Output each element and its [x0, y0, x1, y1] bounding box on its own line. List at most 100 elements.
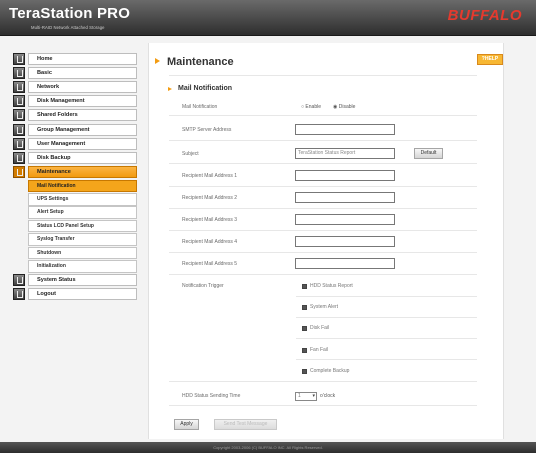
sidebar-item-label: Logout	[28, 288, 137, 301]
section-title: Mail Notification	[178, 85, 233, 92]
recipient-1-input[interactable]	[295, 170, 395, 181]
row-divider	[296, 296, 477, 297]
sending-time-select[interactable]: 1	[295, 392, 317, 401]
recipient-5-value	[296, 260, 298, 266]
apply-button[interactable]: Apply	[174, 419, 199, 430]
recipient-4-label: Recipient Mail Address 4	[182, 239, 238, 245]
row-divider	[169, 115, 477, 116]
radio-enable[interactable]: ○ Enable	[301, 104, 321, 110]
sidebar-item-shared-folders[interactable]: Shared Folders	[13, 109, 137, 122]
sidebar-item-label: Disk Management	[28, 95, 137, 108]
logout-icon	[13, 288, 25, 301]
row-divider	[169, 140, 477, 141]
sidebar-item-disk-backup[interactable]: Disk Backup	[13, 151, 137, 164]
folder-icon	[13, 109, 25, 122]
sidebar-nav: Home Basic Network Disk Management Share…	[13, 52, 137, 302]
row-divider	[169, 252, 477, 253]
sending-time-value: 1	[298, 393, 301, 399]
subject-input[interactable]: TeraStation Status Report	[295, 148, 395, 159]
sending-time-suffix: o'clock	[320, 393, 336, 399]
radio-disable-label: Disable	[338, 104, 356, 110]
row-divider	[169, 381, 477, 382]
sidebar-item-group-management[interactable]: Group Management	[13, 123, 137, 136]
group-icon	[13, 123, 25, 136]
subnav-syslog-transfer[interactable]: Syslog Transfer	[28, 233, 137, 246]
recipient-4-input[interactable]	[295, 236, 395, 247]
basic-settings-icon	[13, 66, 25, 79]
default-subject-button[interactable]: Default	[414, 148, 443, 159]
smtp-server-input[interactable]	[295, 124, 395, 135]
hdd-status-sending-time-label: HDD Status Sending Time	[182, 393, 241, 399]
recipient-1-label: Recipient Mail Address 1	[182, 173, 238, 179]
sidebar-item-label: Home	[28, 52, 137, 65]
help-button[interactable]: ?HELP	[477, 54, 503, 65]
send-test-message-button[interactable]: Send Test Message	[214, 419, 277, 430]
notification-trigger-label: Notification Trigger	[182, 283, 224, 289]
radio-disable[interactable]: ◉ Disable	[333, 104, 355, 110]
smtp-label: SMTP Server Address	[182, 127, 232, 133]
subnav-shutdown[interactable]: Shutdown	[28, 246, 137, 260]
sidebar-item-basic[interactable]: Basic	[13, 66, 137, 79]
row-divider	[169, 208, 477, 209]
subnav-ups-settings[interactable]: UPS Settings	[28, 193, 137, 206]
sidebar-item-home[interactable]: Home	[13, 52, 137, 65]
row-divider	[169, 274, 477, 275]
sidebar-item-label: System Status	[28, 274, 137, 287]
disk-icon	[13, 95, 25, 108]
recipient-3-label: Recipient Mail Address 3	[182, 217, 238, 223]
title-divider	[169, 75, 477, 76]
recipient-5-input[interactable]	[295, 258, 395, 269]
radio-enable-label: Enable	[305, 104, 321, 110]
network-icon	[13, 81, 25, 94]
backup-icon	[13, 152, 25, 164]
recipient-2-input[interactable]	[295, 192, 395, 203]
sidebar-item-label: Disk Backup	[28, 152, 137, 164]
mail-notification-label: Mail Notification	[182, 104, 218, 110]
hdd-status-report-label: HDD Status Report	[310, 283, 353, 289]
subnav-status-lcd-panel-setup[interactable]: Status LCD Panel Setup	[28, 219, 137, 233]
recipient-5-label: Recipient Mail Address 5	[182, 261, 238, 267]
checkbox-disk-fail[interactable]	[302, 326, 307, 331]
brand-logo: BUFFALO	[447, 7, 522, 24]
subject-label: Subject	[182, 151, 199, 157]
subnav-mail-notification[interactable]: Mail Notification	[28, 179, 137, 193]
sidebar-item-label: Shared Folders	[28, 109, 137, 122]
title-arrow-icon	[155, 58, 160, 64]
row-divider	[296, 359, 477, 360]
checkbox-fan-fail[interactable]	[302, 348, 307, 353]
subject-value: TeraStation Status Report	[298, 150, 356, 156]
sidebar-item-system-status[interactable]: System Status	[13, 273, 137, 287]
sidebar-item-logout[interactable]: Logout	[13, 288, 137, 301]
checkbox-complete-backup[interactable]	[302, 369, 307, 374]
top-header-bar: TeraStation PRO Multi-RAID Network Attac…	[0, 0, 536, 36]
page-title: Maintenance	[167, 56, 234, 68]
recipient-3-value	[296, 216, 298, 222]
row-divider	[169, 186, 477, 187]
sidebar-item-maintenance[interactable]: Maintenance	[13, 166, 137, 179]
smtp-value	[296, 126, 298, 132]
subnav-alert-setup[interactable]: Alert Setup	[28, 206, 137, 220]
sidebar-item-label: Basic	[28, 66, 137, 79]
recipient-3-input[interactable]	[295, 214, 395, 225]
user-icon	[13, 137, 25, 150]
sidebar-item-network[interactable]: Network	[13, 80, 137, 94]
subnav-initialization[interactable]: Initialization	[28, 260, 137, 273]
sidebar-item-label: Network	[28, 81, 137, 94]
sidebar-item-disk-management[interactable]: Disk Management	[13, 95, 137, 108]
complete-backup-label: Complete Backup	[310, 368, 350, 374]
sidebar-item-user-management[interactable]: User Management	[13, 137, 137, 150]
maintenance-icon	[13, 166, 25, 179]
status-icon	[13, 274, 25, 287]
sidebar-item-label: User Management	[28, 137, 137, 150]
fan-fail-label: Fan Fail	[310, 347, 329, 353]
checkbox-hdd-status-report[interactable]	[302, 284, 307, 289]
row-divider	[169, 230, 477, 231]
row-divider	[296, 338, 477, 339]
product-logo: TeraStation PRO	[9, 5, 131, 22]
home-icon	[13, 52, 25, 65]
system-alert-label: System Alert	[310, 304, 339, 310]
section-arrow-icon	[168, 87, 172, 91]
footer-copyright: Copyright 2003-2006 (C) BUFFALO INC. All…	[0, 442, 536, 453]
product-subtitle: Multi-RAID Network Attached Storage	[31, 25, 105, 30]
checkbox-system-alert[interactable]	[302, 305, 307, 310]
